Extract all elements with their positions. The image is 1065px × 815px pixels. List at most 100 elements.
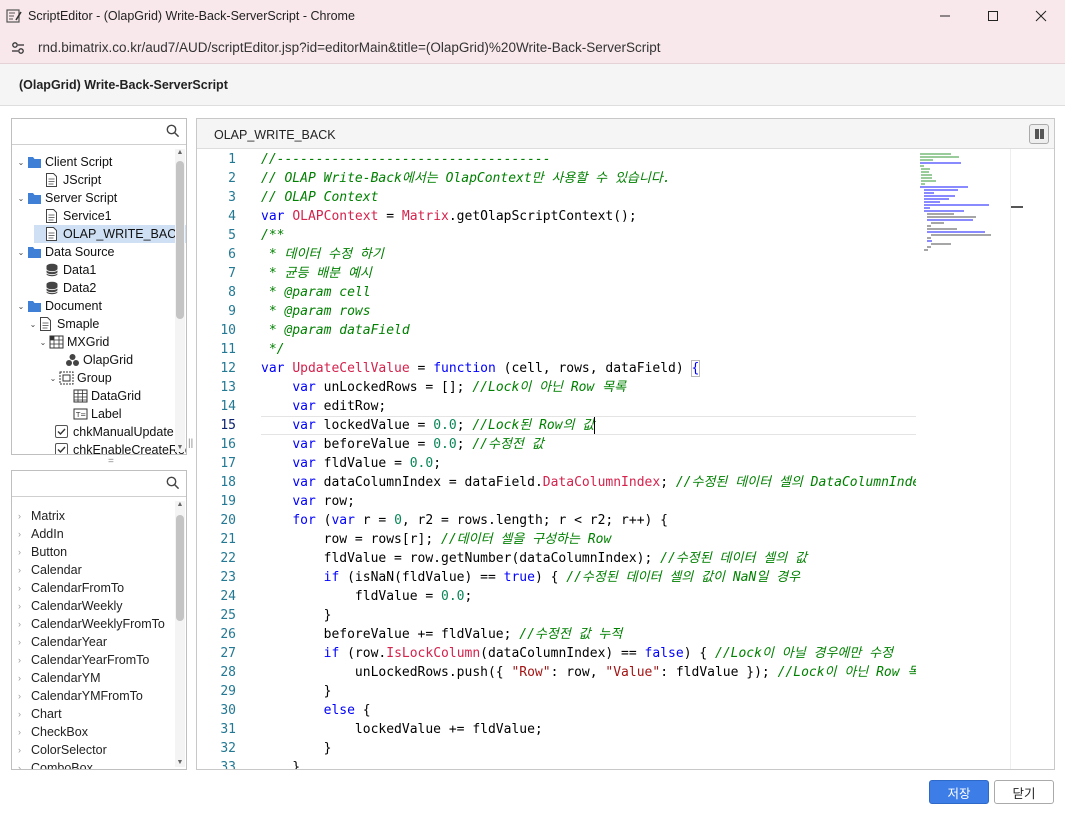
tree-item[interactable]: Data1	[34, 261, 96, 279]
expand-toggle-icon[interactable]: ⌄	[16, 247, 26, 257]
tree-item[interactable]: ⌄ Document	[16, 297, 102, 315]
tree-item[interactable]: chkManualUpdate	[44, 423, 174, 441]
expand-toggle-icon[interactable]: ⌄	[48, 373, 58, 383]
search-icon[interactable]	[166, 476, 180, 490]
code-line[interactable]: var beforeValue = 0.0; //수정전 값	[261, 435, 543, 454]
tree-scrollbar[interactable]: ▲ ▼	[175, 149, 185, 452]
url-text[interactable]: rnd.bimatrix.co.kr/aud7/AUD/scriptEditor…	[38, 40, 660, 55]
function-list-item[interactable]: › Button	[18, 543, 67, 561]
code-line[interactable]: }	[261, 606, 332, 625]
function-list-item[interactable]: › Matrix	[18, 507, 65, 525]
tree-item[interactable]: OLAP_WRITE_BACK	[34, 225, 186, 243]
horizontal-splitter-handle[interactable]: =	[108, 456, 118, 467]
vertical-splitter-handle[interactable]: ||	[188, 438, 194, 454]
code-line[interactable]: var OLAPContext = Matrix.getOlapScriptCo…	[261, 207, 637, 226]
code-line[interactable]: if (isNaN(fldValue) == true) { //수정된 데이터…	[261, 568, 800, 587]
code-line[interactable]: * @param dataField	[261, 321, 410, 340]
save-button[interactable]: 저장	[929, 780, 989, 804]
function-list-item[interactable]: › ComboBox	[18, 759, 93, 769]
function-search-input[interactable]	[14, 473, 160, 493]
tree-item[interactable]: ⌄ Group	[48, 369, 112, 387]
tree-search-input[interactable]	[14, 121, 160, 141]
code-line[interactable]: fldValue = 0.0;	[261, 587, 472, 606]
code-line[interactable]: var unLockedRows = []; //Lock이 아닌 Row 목록	[261, 378, 626, 397]
code-line[interactable]: // OLAP Write-Back에서는 OlapContext만 사용할 수…	[261, 169, 671, 188]
tree-item[interactable]: ⌄ MXGrid	[38, 333, 110, 351]
scroll-down-icon[interactable]: ▼	[176, 759, 184, 767]
tree-item[interactable]: ⌄ Client Script	[16, 153, 113, 171]
scroll-up-icon[interactable]: ▲	[176, 501, 184, 509]
code-line[interactable]: for (var r = 0, r2 = rows.length; r < r2…	[261, 511, 668, 530]
code-line[interactable]: fldValue = row.getNumber(dataColumnIndex…	[261, 549, 807, 568]
code-line[interactable]: /**	[261, 226, 284, 245]
tree-item-label: Data2	[63, 281, 97, 295]
tree-item[interactable]: DataGrid	[62, 387, 141, 405]
minimize-button[interactable]	[921, 0, 969, 32]
tree-item[interactable]: Service1	[34, 207, 112, 225]
expand-toggle-icon[interactable]: ⌄	[16, 301, 26, 311]
function-list-item[interactable]: › CalendarWeeklyFromTo	[18, 615, 165, 633]
tree-item[interactable]: JScript	[34, 171, 101, 189]
function-scroll-thumb[interactable]	[176, 515, 184, 621]
function-list-item[interactable]: › CalendarYear	[18, 633, 107, 651]
close-window-button[interactable]	[1017, 0, 1065, 32]
code-line[interactable]: }	[261, 739, 332, 758]
function-list-item[interactable]: › CalendarFromTo	[18, 579, 124, 597]
close-button[interactable]: 닫기	[994, 780, 1054, 804]
code-line[interactable]: lockedValue += fldValue;	[261, 720, 543, 739]
expand-toggle-icon[interactable]: ⌄	[16, 157, 26, 167]
tree-item[interactable]: ⌄ Data Source	[16, 243, 115, 261]
code-line[interactable]: */	[261, 340, 285, 359]
code-line[interactable]: var dataColumnIndex = dataField.DataColu…	[261, 473, 916, 492]
site-settings-icon[interactable]	[10, 40, 26, 56]
search-icon[interactable]	[166, 124, 180, 138]
code-area[interactable]: //----------------------------------- // …	[261, 149, 916, 769]
code-line[interactable]: var UpdateCellValue = function (cell, ro…	[261, 359, 701, 378]
function-list-item[interactable]: › CalendarYM	[18, 669, 100, 687]
code-line[interactable]: }	[261, 682, 332, 701]
function-list-item[interactable]: › CalendarWeekly	[18, 597, 122, 615]
editor-scrollbar[interactable]	[1010, 149, 1054, 769]
function-list-item[interactable]: › CheckBox	[18, 723, 88, 741]
expand-toggle-icon[interactable]: ⌄	[38, 337, 48, 347]
code-line[interactable]: var fldValue = 0.0;	[261, 454, 441, 473]
minimap-line	[930, 222, 944, 224]
function-list-scrollbar[interactable]: ▲ ▼	[175, 501, 185, 767]
tree-item[interactable]: T= Label	[62, 405, 122, 423]
tree-scroll-thumb[interactable]	[176, 161, 184, 319]
code-token: * 데이터 수정 하기	[261, 247, 384, 262]
function-list-item[interactable]: › CalendarYMFromTo	[18, 687, 143, 705]
code-line[interactable]: // OLAP Context	[261, 188, 378, 207]
code-line[interactable]: var editRow;	[261, 397, 386, 416]
code-line[interactable]: if (row.IsLockColumn(dataColumnIndex) ==…	[261, 644, 893, 663]
tree-item[interactable]: Data2	[34, 279, 96, 297]
code-line[interactable]: * 균등 배분 예시	[261, 264, 372, 283]
tree-item[interactable]: ⌄ Server Script	[16, 189, 118, 207]
tree-item[interactable]: ⌄ Smaple	[28, 315, 99, 333]
code-line[interactable]: var lockedValue = 0.0; //Lock된 Row의 값	[261, 416, 594, 435]
code-line[interactable]: * 데이터 수정 하기	[261, 245, 384, 264]
code-line[interactable]: //-----------------------------------	[261, 150, 551, 169]
expand-toggle-icon[interactable]: ⌄	[16, 193, 26, 203]
code-line[interactable]: * @param cell	[261, 283, 371, 302]
split-editor-button[interactable]	[1029, 124, 1049, 144]
code-minimap[interactable]	[916, 149, 1011, 769]
tree-item[interactable]: OlapGrid	[54, 351, 133, 369]
code-line[interactable]: beforeValue += fldValue; //수정전 값 누적	[261, 625, 623, 644]
code-line[interactable]: unLockedRows.push({ "Row": row, "Value":…	[261, 663, 916, 682]
tree-item[interactable]: chkEnableCreateRec	[44, 441, 186, 454]
code-line[interactable]: else {	[261, 701, 371, 720]
maximize-button[interactable]	[969, 0, 1017, 32]
code-line[interactable]: * @param rows	[261, 302, 371, 321]
function-list-item[interactable]: › CalendarYearFromTo	[18, 651, 149, 669]
code-line[interactable]: }	[261, 758, 300, 769]
scroll-down-icon[interactable]: ▼	[176, 444, 184, 452]
function-list-item[interactable]: › Calendar	[18, 561, 82, 579]
function-list-item[interactable]: › AddIn	[18, 525, 64, 543]
function-list-item[interactable]: › Chart	[18, 705, 62, 723]
scroll-up-icon[interactable]: ▲	[176, 149, 184, 157]
code-line[interactable]: row = rows[r]; //데이터 셀을 구성하는 Row	[261, 530, 612, 549]
expand-toggle-icon[interactable]: ⌄	[28, 319, 38, 329]
code-line[interactable]: var row;	[261, 492, 355, 511]
function-list-item[interactable]: › ColorSelector	[18, 741, 107, 759]
